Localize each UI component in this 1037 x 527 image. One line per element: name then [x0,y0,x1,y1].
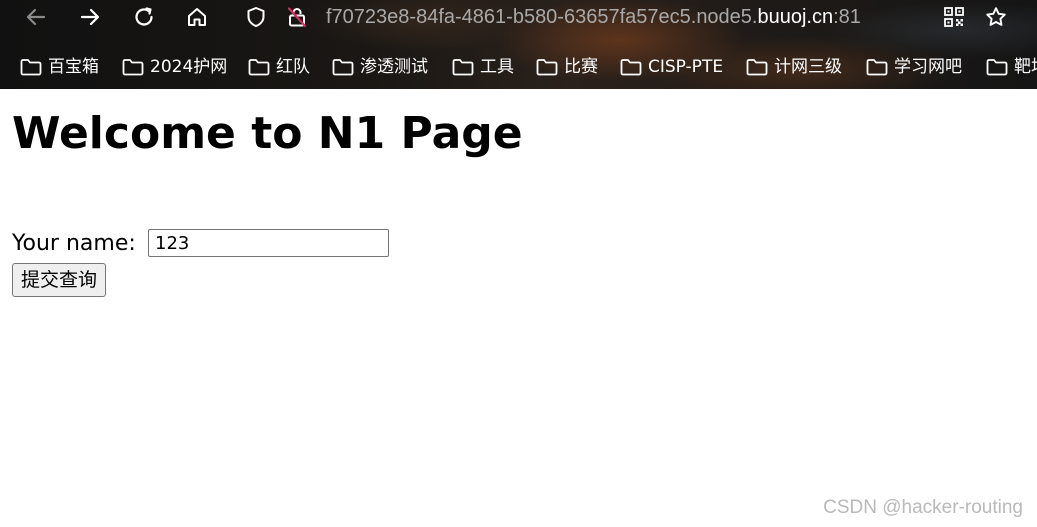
shield-icon [247,7,265,27]
page-title: Welcome to N1 Page [12,108,523,159]
folder-icon [986,59,1008,76]
bookmark-folder[interactable]: 工具 [452,54,514,80]
url-prefix: f70723e8-84fa-4861-b580-63657fa57ec5.nod… [326,6,758,28]
home-button[interactable] [183,3,211,31]
bookmark-label: 红队 [276,57,310,77]
bookmark-folder[interactable]: 计网三级 [746,54,842,80]
bookmarks-toolbar: 百宝箱 2024护网 红队 渗透测试 工具 比赛 CISP-PTE 计网三级 学… [0,50,1037,84]
csdn-watermark: CSDN @hacker-routing [823,497,1023,518]
bookmark-folder[interactable]: 比赛 [536,54,598,80]
back-button[interactable] [22,3,50,31]
folder-icon [122,59,144,76]
bookmark-star-button[interactable] [982,3,1010,31]
bookmark-folder[interactable]: 渗透测试 [332,54,428,80]
arrow-left-icon [26,8,46,26]
bookmark-label: 计网三级 [774,57,842,77]
bookmark-label: 工具 [480,57,514,77]
folder-icon [746,59,768,76]
bookmark-label: 渗透测试 [360,57,428,77]
bookmark-label: 比赛 [564,57,598,77]
bookmark-folder[interactable]: 百宝箱 [20,54,99,80]
folder-icon [20,59,42,76]
bookmark-label: 2024护网 [150,57,228,77]
name-input[interactable] [148,229,389,257]
url-text[interactable]: f70723e8-84fa-4861-b580-63657fa57ec5.nod… [326,5,861,29]
folder-icon [452,59,474,76]
bookmark-folder[interactable]: 学习网吧 [866,54,962,80]
qr-code-button[interactable] [940,3,968,31]
bookmark-label: CISP-PTE [648,57,724,77]
bookmark-folder[interactable]: 红队 [248,54,310,80]
folder-icon [248,59,270,76]
browser-toolbar: f70723e8-84fa-4861-b580-63657fa57ec5.nod… [0,0,1037,34]
name-label: Your name: [12,231,136,256]
folder-icon [536,59,558,76]
arrow-right-icon [80,8,100,26]
forward-button[interactable] [76,3,104,31]
connection-info-button[interactable] [283,3,311,31]
url-port: :81 [833,6,861,28]
folder-icon [620,59,642,76]
bookmark-folder[interactable]: 2024护网 [122,54,227,80]
qr-code-icon [944,7,964,27]
bookmark-folder[interactable]: 靶场 [986,54,1037,80]
star-icon [986,7,1006,26]
url-bar[interactable]: f70723e8-84fa-4861-b580-63657fa57ec5.nod… [238,0,928,34]
folder-icon [332,59,354,76]
insecure-lock-icon [287,7,307,28]
tracking-protection-button[interactable] [242,3,270,31]
bookmark-label: 靶场 [1014,57,1037,77]
bookmark-label: 百宝箱 [48,57,99,77]
reload-button[interactable] [130,3,158,31]
bookmark-folder[interactable]: CISP-PTE [620,54,723,80]
reload-icon [135,7,153,26]
url-domain: buuoj.cn [757,6,834,28]
page-content: Welcome to N1 Page Your name: 提交查询 [12,89,1022,509]
bookmark-label: 学习网吧 [894,57,962,77]
browser-chrome: f70723e8-84fa-4861-b580-63657fa57ec5.nod… [0,0,1037,89]
submit-button[interactable]: 提交查询 [12,263,107,297]
home-icon [188,8,206,26]
folder-icon [866,59,888,76]
